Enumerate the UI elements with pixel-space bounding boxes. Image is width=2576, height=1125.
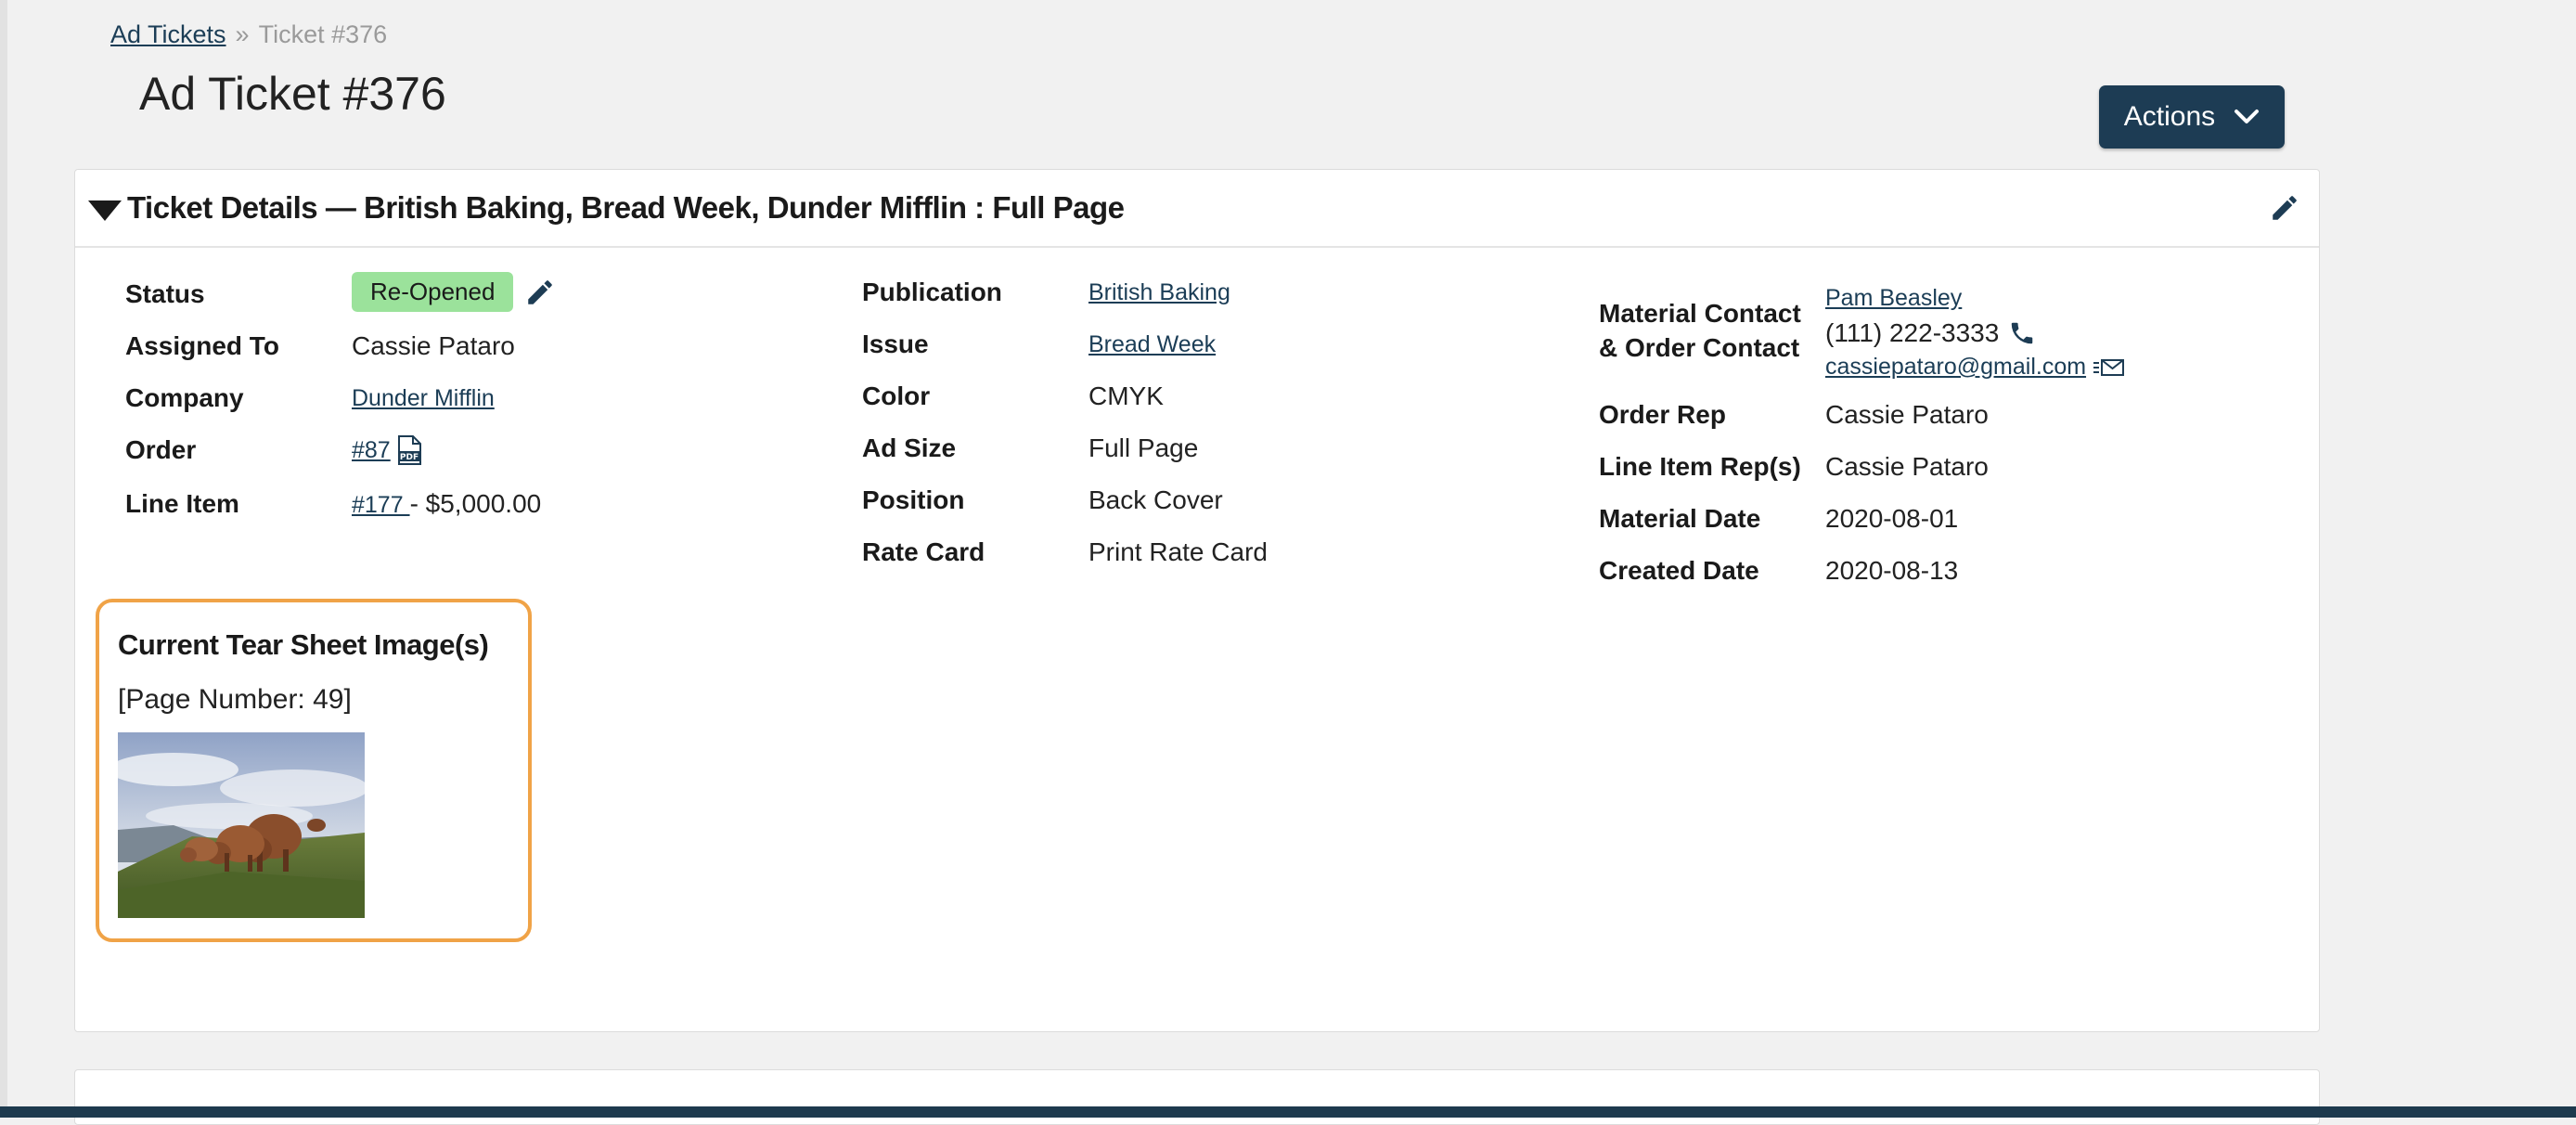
breadcrumb-ad-tickets-link[interactable]: Ad Tickets bbox=[110, 20, 226, 48]
assigned-to-label: Assigned To bbox=[125, 331, 279, 360]
position-value: Back Cover bbox=[1088, 485, 1223, 514]
left-edge bbox=[0, 0, 7, 1106]
publication-link[interactable]: British Baking bbox=[1088, 279, 1230, 306]
assigned-to-value: Cassie Pataro bbox=[352, 331, 515, 360]
contact-label-line2: & Order Contact bbox=[1599, 333, 1800, 362]
material-date-value: 2020-08-01 bbox=[1825, 504, 1959, 533]
created-date-value: 2020-08-13 bbox=[1825, 556, 1959, 585]
contact-field: Pam Beasley (111) 222-3333 cassiepataro@… bbox=[1825, 279, 2125, 384]
rate-card-label: Rate Card bbox=[862, 537, 985, 566]
tear-sheet-title: Current Tear Sheet Image(s) bbox=[118, 628, 489, 661]
order-rep-label: Order Rep bbox=[1599, 400, 1726, 429]
line-item-label: Line Item bbox=[125, 489, 239, 518]
status-label: Status bbox=[125, 279, 205, 308]
contact-label-line1: Material Contact bbox=[1599, 299, 1801, 328]
contact-name-link[interactable]: Pam Beasley bbox=[1825, 285, 1962, 311]
order-label: Order bbox=[125, 435, 197, 464]
contact-phone: (111) 222-3333 bbox=[1825, 318, 2000, 347]
company-label: Company bbox=[125, 383, 244, 412]
actions-button-label: Actions bbox=[2123, 101, 2216, 132]
contact-email-link[interactable]: cassiepataro@gmail.com bbox=[1825, 350, 2086, 384]
tear-sheet-photo bbox=[118, 732, 365, 918]
publication-label: Publication bbox=[862, 278, 1002, 306]
tear-sheet-box: Current Tear Sheet Image(s) [Page Number… bbox=[96, 599, 532, 942]
order-link[interactable]: #87 bbox=[352, 437, 391, 464]
svg-text:PDF: PDF bbox=[400, 453, 419, 462]
phone-icon[interactable] bbox=[2008, 319, 2036, 347]
created-date-label: Created Date bbox=[1599, 556, 1759, 585]
position-label: Position bbox=[862, 485, 965, 514]
ad-size-value: Full Page bbox=[1088, 433, 1199, 462]
email-icon[interactable] bbox=[2093, 357, 2125, 378]
contact-label: Material Contact & Order Contact bbox=[1599, 296, 1801, 365]
panel-header[interactable]: Ticket Details — British Baking, Bread W… bbox=[75, 170, 2319, 248]
page-title: Ad Ticket #376 bbox=[139, 68, 446, 120]
line-item-link[interactable]: #177 bbox=[352, 492, 410, 518]
actions-button[interactable]: Actions bbox=[2099, 85, 2285, 149]
line-item-reps-value: Cassie Pataro bbox=[1825, 452, 1989, 481]
breadcrumb-separator: » bbox=[235, 20, 250, 48]
panel-title: Ticket Details — British Baking, Bread W… bbox=[127, 190, 1125, 225]
caret-down-icon[interactable] bbox=[88, 200, 122, 221]
ticket-details-panel: Ticket Details — British Baking, Bread W… bbox=[74, 169, 2320, 1032]
tear-sheet-image[interactable] bbox=[118, 732, 365, 918]
order-field: #87 PDF bbox=[352, 435, 422, 465]
pencil-edit-icon[interactable] bbox=[2269, 192, 2300, 224]
status-badge: Re-Opened bbox=[352, 272, 514, 312]
line-item-field: #177 - $5,000.00 bbox=[352, 489, 541, 519]
breadcrumb-current: Ticket #376 bbox=[258, 20, 388, 48]
order-rep-value: Cassie Pataro bbox=[1825, 400, 1989, 429]
tear-sheet-page-number: [Page Number: 49] bbox=[118, 684, 352, 715]
breadcrumb: Ad Tickets » Ticket #376 bbox=[110, 20, 387, 49]
issue-label: Issue bbox=[862, 330, 929, 358]
pencil-edit-icon[interactable] bbox=[524, 277, 556, 308]
status-field: Re-Opened bbox=[352, 272, 556, 312]
line-item-reps-label: Line Item Rep(s) bbox=[1599, 452, 1801, 481]
color-value: CMYK bbox=[1088, 381, 1164, 410]
pdf-icon[interactable]: PDF bbox=[396, 435, 422, 465]
line-item-amount: - $5,000.00 bbox=[409, 489, 542, 518]
rate-card-value: Print Rate Card bbox=[1088, 537, 1268, 566]
color-label: Color bbox=[862, 381, 931, 410]
chevron-down-icon bbox=[2235, 110, 2260, 123]
ad-size-label: Ad Size bbox=[862, 433, 957, 462]
issue-link[interactable]: Bread Week bbox=[1088, 331, 1216, 358]
material-date-label: Material Date bbox=[1599, 504, 1761, 533]
bottom-bar bbox=[0, 1106, 2576, 1118]
company-link[interactable]: Dunder Mifflin bbox=[352, 385, 495, 412]
